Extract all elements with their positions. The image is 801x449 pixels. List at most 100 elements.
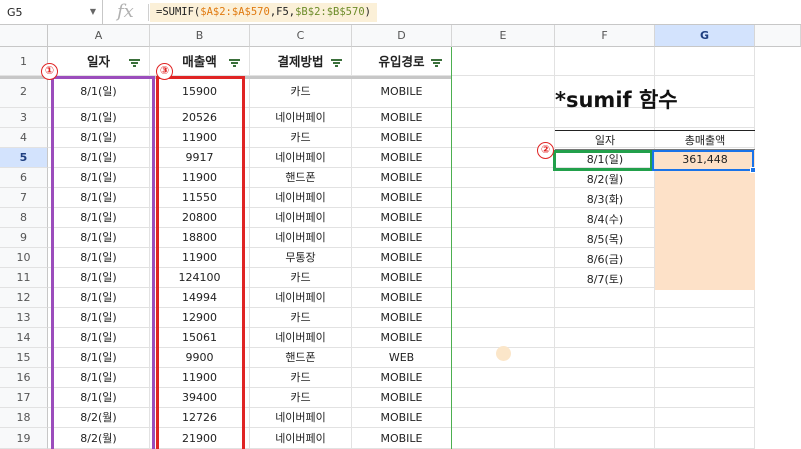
table-cell[interactable]: 카드 bbox=[250, 388, 352, 408]
row-header-17[interactable]: 17 bbox=[0, 388, 48, 408]
table-cell[interactable]: 네이버페이 bbox=[250, 188, 352, 208]
empty-cell[interactable] bbox=[452, 268, 555, 288]
summary-total-cell[interactable] bbox=[655, 210, 755, 230]
table-cell[interactable]: 8/1(일) bbox=[48, 108, 150, 128]
empty-cell[interactable] bbox=[452, 428, 555, 449]
empty-cell[interactable] bbox=[452, 208, 555, 228]
table-cell[interactable]: 네이버페이 bbox=[250, 408, 352, 428]
table-cell[interactable]: 카드 bbox=[250, 308, 352, 328]
empty-cell[interactable] bbox=[655, 388, 755, 408]
table-cell[interactable]: 20526 bbox=[150, 108, 250, 128]
empty-cell[interactable] bbox=[452, 388, 555, 408]
table-cell[interactable]: 8/1(일) bbox=[48, 368, 150, 388]
table-cell[interactable]: 네이버페이 bbox=[250, 428, 352, 449]
table-cell[interactable]: MOBILE bbox=[352, 148, 452, 168]
row-header-11[interactable]: 11 bbox=[0, 268, 48, 288]
column-header-f[interactable]: F bbox=[555, 25, 655, 47]
row-header-3[interactable]: 3 bbox=[0, 108, 48, 128]
summary-date-cell[interactable]: 8/1(일) bbox=[555, 150, 655, 170]
table-cell[interactable]: MOBILE bbox=[352, 368, 452, 388]
table-cell[interactable]: MOBILE bbox=[352, 428, 452, 449]
row-header-4[interactable]: 4 bbox=[0, 128, 48, 148]
table-cell[interactable]: 8/1(일) bbox=[48, 76, 150, 108]
empty-cell[interactable] bbox=[555, 428, 655, 449]
table-cell[interactable]: 8/1(일) bbox=[48, 208, 150, 228]
row-header-14[interactable]: 14 bbox=[0, 328, 48, 348]
table-cell[interactable]: 124100 bbox=[150, 268, 250, 288]
table-cell[interactable]: WEB bbox=[352, 348, 452, 368]
summary-total-cell[interactable] bbox=[655, 170, 755, 190]
empty-cell[interactable] bbox=[452, 408, 555, 428]
table-cell[interactable]: MOBILE bbox=[352, 408, 452, 428]
table-cell[interactable]: MOBILE bbox=[352, 248, 452, 268]
table-cell[interactable]: MOBILE bbox=[352, 76, 452, 108]
table-cell[interactable]: 카드 bbox=[250, 128, 352, 148]
table-cell[interactable]: 21900 bbox=[150, 428, 250, 449]
table-cell[interactable]: 9900 bbox=[150, 348, 250, 368]
table-cell[interactable]: 12900 bbox=[150, 308, 250, 328]
empty-cell[interactable] bbox=[555, 368, 655, 388]
table-cell[interactable]: 11900 bbox=[150, 128, 250, 148]
filter-icon[interactable] bbox=[129, 59, 140, 67]
empty-cell[interactable] bbox=[555, 288, 655, 308]
empty-cell[interactable] bbox=[655, 288, 755, 308]
table-cell[interactable]: 8/1(일) bbox=[48, 288, 150, 308]
empty-cell[interactable] bbox=[452, 308, 555, 328]
table-cell[interactable]: 12726 bbox=[150, 408, 250, 428]
table-cell[interactable]: 네이버페이 bbox=[250, 288, 352, 308]
table-cell[interactable]: 15061 bbox=[150, 328, 250, 348]
table-cell[interactable]: 11900 bbox=[150, 248, 250, 268]
row-header-13[interactable]: 13 bbox=[0, 308, 48, 328]
column-header-e[interactable]: E bbox=[452, 25, 555, 47]
table-cell[interactable]: MOBILE bbox=[352, 228, 452, 248]
select-all-corner[interactable] bbox=[0, 25, 48, 47]
filter-icon[interactable] bbox=[229, 59, 240, 67]
table-cell[interactable]: 8/1(일) bbox=[48, 168, 150, 188]
table-header-cell[interactable]: 일자 bbox=[48, 47, 150, 76]
table-cell[interactable]: MOBILE bbox=[352, 268, 452, 288]
row-header-19[interactable]: 19 bbox=[0, 428, 48, 449]
table-cell[interactable]: 8/1(일) bbox=[48, 188, 150, 208]
row-header-18[interactable]: 18 bbox=[0, 408, 48, 428]
table-cell[interactable]: 15900 bbox=[150, 76, 250, 108]
table-cell[interactable]: 8/1(일) bbox=[48, 148, 150, 168]
summary-date-cell[interactable]: 8/5(목) bbox=[555, 230, 655, 250]
table-cell[interactable]: 핸드폰 bbox=[250, 348, 352, 368]
table-cell[interactable]: 8/1(일) bbox=[48, 228, 150, 248]
table-cell[interactable]: 8/2(월) bbox=[48, 408, 150, 428]
table-cell[interactable]: 8/1(일) bbox=[48, 308, 150, 328]
row-header-7[interactable]: 7 bbox=[0, 188, 48, 208]
row-header-2[interactable]: 2 bbox=[0, 76, 48, 108]
table-cell[interactable]: 네이버페이 bbox=[250, 148, 352, 168]
empty-cell[interactable] bbox=[452, 188, 555, 208]
table-cell[interactable]: 카드 bbox=[250, 76, 352, 108]
fill-handle[interactable] bbox=[750, 167, 756, 173]
table-cell[interactable]: MOBILE bbox=[352, 328, 452, 348]
summary-total-cell[interactable] bbox=[655, 250, 755, 270]
table-cell[interactable]: 11900 bbox=[150, 368, 250, 388]
row-header-10[interactable]: 10 bbox=[0, 248, 48, 268]
table-cell[interactable]: 8/1(일) bbox=[48, 268, 150, 288]
empty-cell[interactable] bbox=[555, 47, 655, 76]
table-cell[interactable]: 8/1(일) bbox=[48, 388, 150, 408]
table-cell[interactable]: 8/1(일) bbox=[48, 328, 150, 348]
table-cell[interactable]: MOBILE bbox=[352, 108, 452, 128]
empty-cell[interactable] bbox=[452, 168, 555, 188]
table-cell[interactable]: MOBILE bbox=[352, 388, 452, 408]
table-cell[interactable]: 18800 bbox=[150, 228, 250, 248]
table-cell[interactable]: 9917 bbox=[150, 148, 250, 168]
table-cell[interactable]: MOBILE bbox=[352, 168, 452, 188]
table-cell[interactable]: 14994 bbox=[150, 288, 250, 308]
empty-cell[interactable] bbox=[655, 408, 755, 428]
table-cell[interactable]: 11900 bbox=[150, 168, 250, 188]
table-cell[interactable]: 네이버페이 bbox=[250, 108, 352, 128]
table-cell[interactable]: 11550 bbox=[150, 188, 250, 208]
table-cell[interactable]: 8/1(일) bbox=[48, 248, 150, 268]
empty-cell[interactable] bbox=[655, 428, 755, 449]
name-box[interactable]: G5 ▼ bbox=[0, 0, 103, 25]
filter-icon[interactable] bbox=[431, 59, 442, 67]
column-header-g[interactable]: G bbox=[655, 25, 755, 47]
table-cell[interactable]: MOBILE bbox=[352, 308, 452, 328]
summary-total-cell[interactable]: 361,448 bbox=[655, 150, 755, 170]
empty-cell[interactable] bbox=[452, 76, 555, 108]
